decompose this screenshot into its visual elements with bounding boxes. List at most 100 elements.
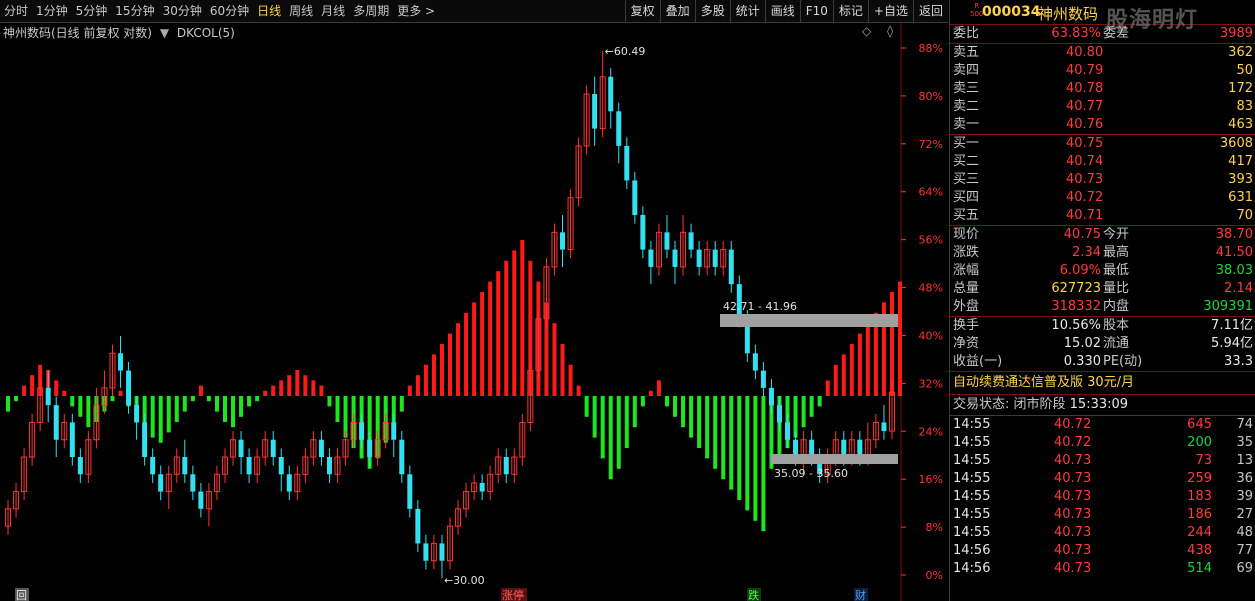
y-tick-label: 40% <box>919 329 943 342</box>
histogram-bar <box>166 396 171 433</box>
promo-banner[interactable]: 自动续费通达信普及版 30元/月 <box>950 372 1255 395</box>
histogram-bar <box>608 396 613 480</box>
stat-label: 内盘 <box>1103 299 1130 314</box>
resistance-zone <box>720 314 898 327</box>
asks-price: 40.79 <box>1066 63 1104 78</box>
toolbar-button-8[interactable]: 返回 <box>912 0 948 22</box>
tick-count: 39 <box>1236 489 1253 504</box>
candle-body <box>359 422 365 440</box>
chart-title: 神州数码(日线 前复权 对数) ▼ DKCOL(5) <box>3 24 235 41</box>
weibi-label: 委比 <box>953 26 980 41</box>
tick-list[interactable]: 14:55 40.72 645 74 14:55 40.72 200 35 14:55 40.73… <box>950 416 1255 578</box>
toolbar-button-7[interactable]: +自选 <box>867 0 913 22</box>
histogram-bar <box>464 312 469 396</box>
toolbar-button-1[interactable]: 叠加 <box>659 0 695 22</box>
fund-label: PE(动) <box>1103 354 1143 369</box>
histogram-bar <box>600 396 605 459</box>
histogram-bar <box>54 380 59 396</box>
toolbar-button-5[interactable]: F10 <box>799 0 833 22</box>
event-marker: 涨停 <box>502 588 524 601</box>
tick-count: 74 <box>1236 417 1253 432</box>
toolbar-button-6[interactable]: 标记 <box>832 0 868 22</box>
period-tab-0[interactable]: 分时 <box>0 0 32 22</box>
histogram-bar <box>158 396 163 443</box>
asks-price: 40.77 <box>1066 99 1104 114</box>
bids-row: 买一 40.75 3608 <box>950 135 1255 153</box>
histogram-bar <box>86 396 91 428</box>
candle-body <box>640 215 646 250</box>
histogram-bar <box>439 344 444 396</box>
candle-body <box>439 543 445 561</box>
histogram-bar <box>705 396 710 459</box>
period-tab-9[interactable]: 多周期 <box>349 0 393 22</box>
stock-code: 000034 <box>982 4 1041 20</box>
toolbar-button-0[interactable]: 复权 <box>624 0 660 22</box>
histogram-bar <box>222 396 227 422</box>
asks-price: 40.76 <box>1066 117 1104 132</box>
period-tab-5[interactable]: 60分钟 <box>206 0 253 22</box>
histogram-bar <box>849 344 854 396</box>
bids-price: 40.71 <box>1066 208 1104 223</box>
candle-body <box>752 353 758 371</box>
fund-value: 15.02 <box>1063 336 1101 351</box>
toolbar-button-3[interactable]: 统计 <box>729 0 765 22</box>
period-tab-2[interactable]: 5分钟 <box>72 0 112 22</box>
period-tab-8[interactable]: 月线 <box>317 0 349 22</box>
period-tab-1[interactable]: 1分钟 <box>32 0 72 22</box>
period-tab-7[interactable]: 周线 <box>285 0 317 22</box>
histogram-bar <box>697 396 702 448</box>
bids-label: 买四 <box>953 190 980 205</box>
tick-time: 14:55 <box>953 417 991 432</box>
indicator-name[interactable]: DKCOL(5) <box>177 26 235 40</box>
toolbar-button-2[interactable]: 多股 <box>694 0 730 22</box>
histogram-bar <box>689 396 694 438</box>
asks-label: 卖一 <box>953 117 980 132</box>
period-tabs: 分时 1分钟 5分钟 15分钟 30分钟 60分钟 日线 周线 月线 多周期 更多 > <box>0 0 439 22</box>
tick-price: 40.73 <box>1054 525 1092 540</box>
histogram-bar <box>231 396 236 428</box>
tick-time: 14:55 <box>953 507 991 522</box>
histogram-bar <box>335 396 340 422</box>
stat-label: 量比 <box>1103 281 1130 296</box>
histogram-bar <box>6 396 11 412</box>
stat-value: 6.09% <box>1059 263 1101 278</box>
tick-count: 48 <box>1236 525 1253 540</box>
kline-chart[interactable]: 88% 80% 72% 64% 56% 48% 40% 32% 24% 16% 8% 0% 42.71 … <box>0 23 948 601</box>
asks-row: 卖二 40.77 83 <box>950 98 1255 116</box>
period-tab-3[interactable]: 15分钟 <box>111 0 158 22</box>
pane-close-icon[interactable]: ◊ <box>887 24 893 38</box>
toolbar-button-4[interactable]: 画线 <box>764 0 800 22</box>
histogram-bar <box>681 396 686 428</box>
fund-value: 5.94亿 <box>1211 336 1253 351</box>
kline-chart-area[interactable]: 88% 80% 72% 64% 56% 48% 40% 32% 24% 16% 8% 0% 42.71 … <box>0 23 948 601</box>
histogram-bar <box>14 396 19 402</box>
price-stats: 现价 40.75 今开 38.70 涨跌 2.34 最高 41.50 涨幅 6.09% 最低 38.0… <box>950 226 1255 317</box>
event-marker: 回 <box>16 589 27 601</box>
y-tick-label: 16% <box>919 473 943 486</box>
period-tab-10[interactable]: 更多 > <box>393 0 439 22</box>
trade-status-time: 15:33:09 <box>1069 397 1129 412</box>
histogram-bar <box>520 240 525 396</box>
candle-body <box>648 249 654 267</box>
histogram-bar <box>857 333 862 396</box>
histogram-bar <box>472 302 477 396</box>
pane-option-icon[interactable]: ◇ <box>862 24 871 38</box>
period-tab-6[interactable]: 日线 <box>253 0 285 22</box>
histogram-bar <box>673 396 678 417</box>
bids-label: 买二 <box>953 154 980 169</box>
fund-value: 10.56% <box>1051 318 1101 333</box>
tick-count: 69 <box>1236 561 1253 576</box>
period-tab-4[interactable]: 30分钟 <box>159 0 206 22</box>
candle-body <box>776 405 782 423</box>
histogram-bar <box>624 396 629 448</box>
asks-volume: 463 <box>1228 117 1253 132</box>
candle-body <box>592 94 598 129</box>
tick-volume: 73 <box>1195 453 1212 468</box>
histogram-bar <box>817 396 822 407</box>
stat-value: 40.75 <box>1063 227 1101 242</box>
y-tick-label: 24% <box>919 425 943 438</box>
stat-value: 38.03 <box>1215 263 1253 278</box>
histogram-bar <box>448 333 452 396</box>
chart-toolbar: 分时 1分钟 5分钟 15分钟 30分钟 60分钟 日线 周线 月线 多周期 更多 > 复权 叠加 多股… <box>0 0 948 23</box>
indicator-dropdown-icon[interactable]: ▼ <box>160 26 169 40</box>
